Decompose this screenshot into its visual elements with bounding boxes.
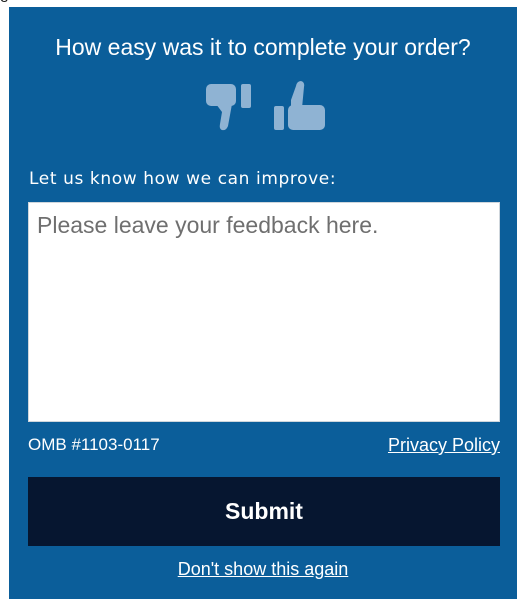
thumbs-up-icon <box>274 81 325 130</box>
omb-number: OMB #1103-0117 <box>28 435 160 454</box>
submit-button[interactable]: Submit <box>28 477 500 546</box>
dont-show-again-container: Don't show this again <box>9 558 517 580</box>
thumbs-down-button[interactable] <box>204 78 266 134</box>
privacy-policy-link[interactable]: Privacy Policy <box>388 434 500 456</box>
feedback-textarea[interactable] <box>28 202 500 422</box>
thumbs-down-icon <box>206 84 251 131</box>
background-page-text: e <box>0 0 518 7</box>
feedback-survey-panel: How easy was it to complete your order? … <box>9 7 517 599</box>
thumbs-up-button[interactable] <box>266 78 328 134</box>
feedback-label: Let us know how we can improve: <box>29 169 337 189</box>
rating-buttons <box>204 78 334 134</box>
survey-question: How easy was it to complete your order? <box>55 34 471 60</box>
dont-show-again-link[interactable]: Don't show this again <box>178 559 349 579</box>
